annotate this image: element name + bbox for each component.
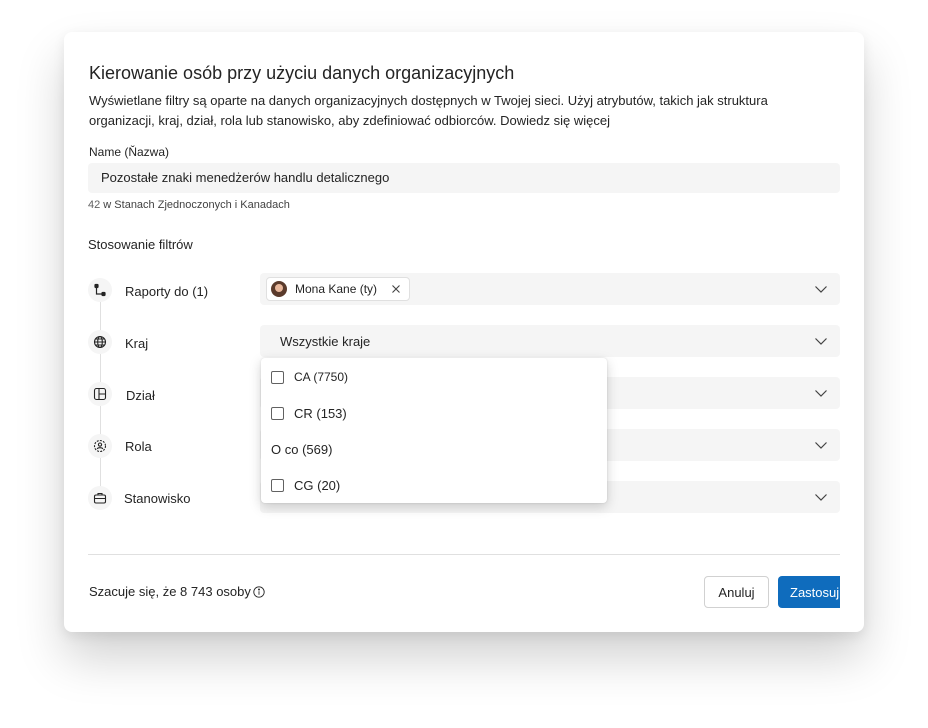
chevron-down-icon <box>815 442 827 449</box>
reports-to-select[interactable]: Mona Kane (ty) <box>260 273 840 305</box>
country-option-label: O co (569) <box>271 441 333 457</box>
audience-estimate: Szacuje się, że 8 743 osoby <box>89 584 265 599</box>
country-option-label: CR (153) <box>294 405 347 421</box>
dialog-title: Kierowanie osób przy użyciu danych organ… <box>89 63 515 83</box>
filter-label-department: Dział <box>126 388 155 403</box>
briefcase-icon <box>88 486 112 510</box>
filter-connector <box>100 354 101 384</box>
dialog-description: Wyświetlane filtry są oparte na danych o… <box>89 93 768 128</box>
name-helper-text: 42 w Stanach Zjednoczonych i Kanadach <box>88 199 290 211</box>
helper-location: w Stanach Zjednoczonych i Kanadach <box>100 199 290 211</box>
info-icon[interactable] <box>253 585 265 598</box>
chevron-down-icon <box>815 494 827 501</box>
country-dropdown-listbox: CA (7750) CR (153) O co (569) CG (20) <box>261 358 607 503</box>
country-select-value: Wszystkie kraje <box>280 334 371 349</box>
filters-section-title: Stosowanie filtrów <box>88 237 193 252</box>
country-option[interactable]: CA (7750) <box>271 367 348 387</box>
country-option-label: CG (20) <box>294 477 341 493</box>
filter-connector <box>100 458 101 488</box>
filter-label-country: Kraj <box>125 336 149 351</box>
target-people-dialog: Kierowanie osób przy użyciu danych organ… <box>64 32 864 632</box>
option-checkbox[interactable] <box>271 478 284 492</box>
country-option[interactable]: O co (569) <box>271 439 332 459</box>
filter-label-reports-to: Raporty do (1) <box>125 284 209 299</box>
country-option-label: CA (7750) <box>294 370 349 384</box>
remove-chip-icon[interactable] <box>391 284 401 294</box>
org-chart-icon <box>88 278 112 302</box>
person-chip[interactable]: Mona Kane (ty) <box>266 277 411 301</box>
cancel-button[interactable]: Anuluj <box>704 576 769 608</box>
avatar <box>271 281 287 297</box>
country-option[interactable]: CG (20) <box>271 475 340 495</box>
person-chip-label: Mona Kane (ty) <box>295 282 378 296</box>
country-option[interactable]: CR (153) <box>271 403 347 423</box>
globe-icon <box>88 330 112 354</box>
department-icon <box>88 382 112 406</box>
audience-estimate-text: Szacuje się, że 8 743 osoby <box>89 584 251 599</box>
name-input[interactable]: Pozostałe znaki menedżerów handlu detali… <box>88 163 840 193</box>
footer-divider <box>88 554 840 555</box>
filter-connector <box>100 302 101 332</box>
option-checkbox[interactable] <box>271 406 284 420</box>
filter-label-role: Rola <box>125 439 152 454</box>
filter-connector <box>100 406 101 436</box>
chevron-down-icon <box>815 286 827 293</box>
filter-label-position: Stanowisko <box>124 491 191 506</box>
apply-button[interactable]: Zastosuj <box>778 576 840 608</box>
name-field-label: Name (Ňazwa) <box>89 145 170 159</box>
country-select[interactable]: Wszystkie kraje <box>260 325 840 357</box>
chevron-down-icon <box>815 390 827 397</box>
helper-count: 42 <box>88 199 101 211</box>
option-checkbox[interactable] <box>271 370 284 384</box>
person-badge-icon <box>88 434 112 458</box>
chevron-down-icon <box>815 338 827 345</box>
